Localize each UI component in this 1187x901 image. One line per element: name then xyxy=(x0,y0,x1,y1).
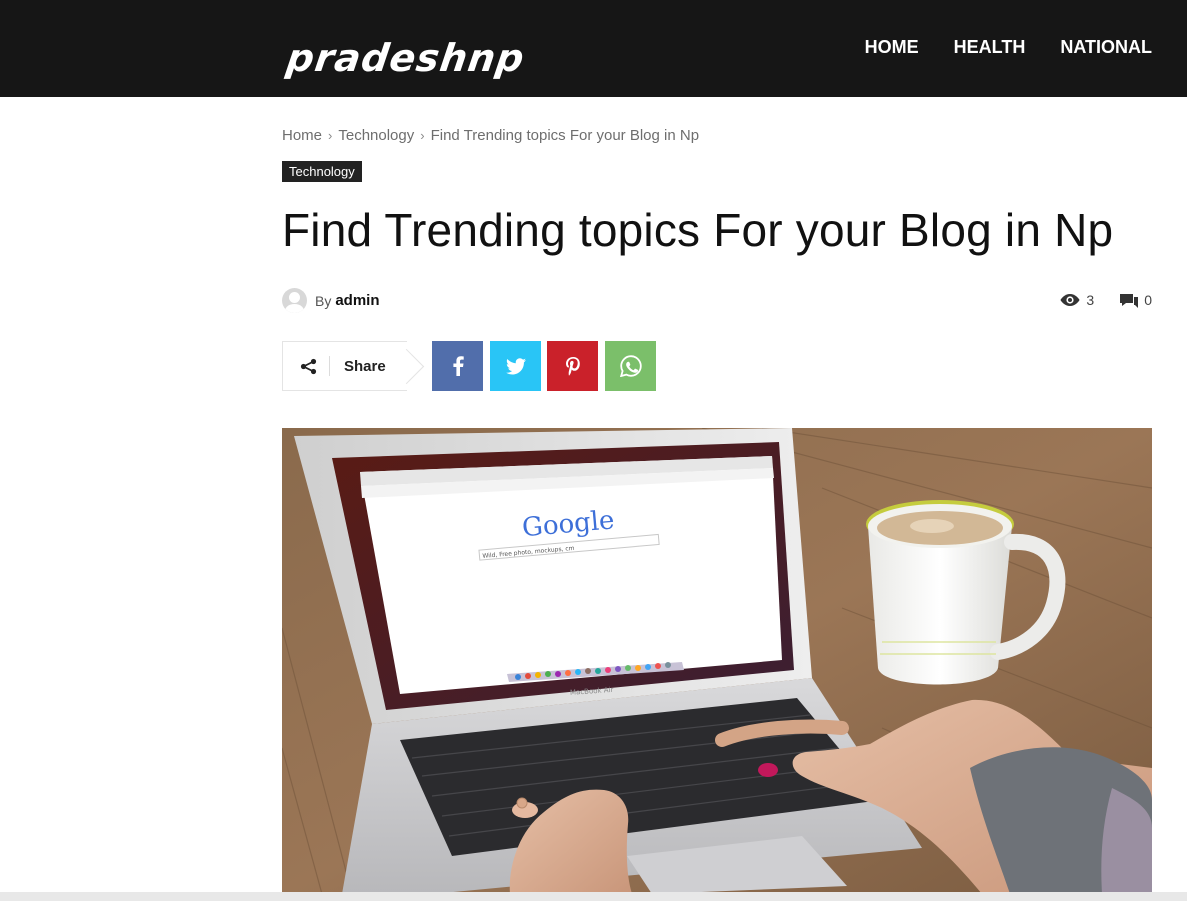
eye-icon xyxy=(1060,294,1080,306)
breadcrumb-separator: › xyxy=(328,128,333,143)
site-header: pradeshnp HOME HEALTH NATIONAL xyxy=(0,0,1187,97)
breadcrumb: Home › Technology › Find Trending topics… xyxy=(282,127,699,145)
horizontal-scrollbar[interactable] xyxy=(0,892,1187,901)
comments-value: 0 xyxy=(1144,292,1152,308)
twitter-share-button[interactable] xyxy=(490,341,541,391)
breadcrumb-technology[interactable]: Technology xyxy=(338,127,414,145)
breadcrumb-current[interactable]: Find Trending topics For your Blog in Np xyxy=(431,127,699,145)
by-label: By xyxy=(315,292,332,309)
twitter-icon xyxy=(505,357,526,374)
nav-national[interactable]: NATIONAL xyxy=(1060,36,1152,58)
avatar[interactable] xyxy=(282,288,307,313)
laptop-photo: Google Wild, Free photo, mockups, cm Mac… xyxy=(282,428,1152,894)
breadcrumb-home[interactable]: Home xyxy=(282,127,322,145)
share-toggle[interactable]: Share xyxy=(282,341,407,391)
featured-image[interactable]: Google Wild, Free photo, mockups, cm Mac… xyxy=(282,428,1152,894)
views-value: 3 xyxy=(1086,292,1095,308)
facebook-share-button[interactable] xyxy=(432,341,483,391)
nav-home[interactable]: HOME xyxy=(865,36,919,58)
category-badge[interactable]: Technology xyxy=(282,161,362,182)
author-meta: By admin xyxy=(282,288,380,313)
facebook-icon xyxy=(452,356,464,376)
share-label: Share xyxy=(344,357,386,375)
share-divider xyxy=(329,356,330,376)
whatsapp-icon xyxy=(619,355,642,377)
comments-count[interactable]: 0 xyxy=(1120,292,1152,308)
site-logo[interactable]: pradeshnp xyxy=(284,36,528,80)
views-count: 3 xyxy=(1060,292,1094,308)
article-stats: 3 0 xyxy=(1060,292,1152,308)
breadcrumb-separator: › xyxy=(420,128,425,143)
pinterest-share-button[interactable] xyxy=(547,341,598,391)
share-icon xyxy=(300,358,317,374)
comment-icon xyxy=(1120,293,1139,308)
main-nav: HOME HEALTH NATIONAL xyxy=(865,36,1152,58)
pinterest-icon xyxy=(565,356,580,376)
author-name[interactable]: admin xyxy=(335,292,379,309)
article-title: Find Trending topics For your Blog in Np xyxy=(282,204,1114,256)
nav-health[interactable]: HEALTH xyxy=(954,36,1026,58)
whatsapp-share-button[interactable] xyxy=(605,341,656,391)
